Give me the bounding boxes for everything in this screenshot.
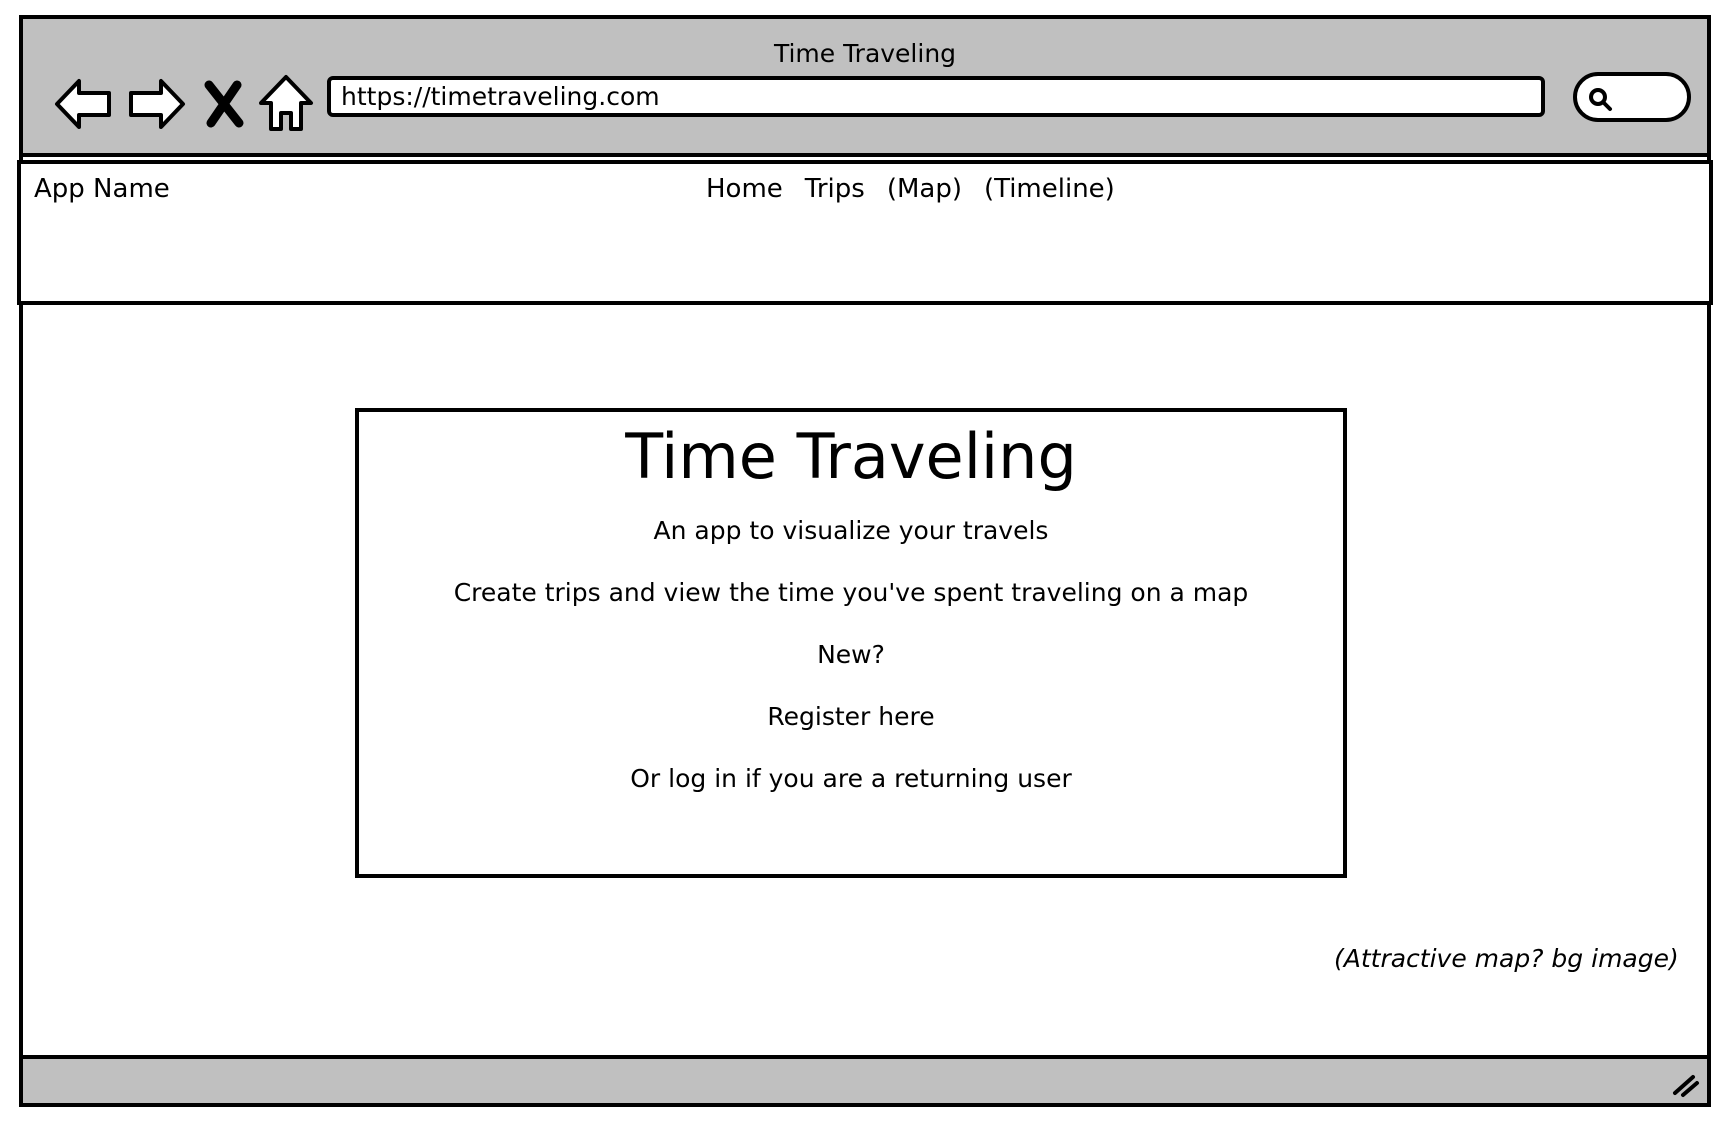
register-link[interactable]: Register here bbox=[359, 702, 1343, 732]
main-nav: Home Trips (Map) (Timeline) bbox=[706, 174, 1115, 204]
nav-timeline[interactable]: (Timeline) bbox=[984, 174, 1115, 204]
window-title: Time Traveling bbox=[773, 39, 957, 68]
address-bar[interactable]: https://timetraveling.com bbox=[327, 76, 1545, 117]
browser-toolbar: Time Traveling https://timetraveling.com bbox=[19, 15, 1711, 157]
background-note: (Attractive map? bg image) bbox=[1334, 944, 1679, 973]
search-icon bbox=[1589, 88, 1612, 111]
nav-map[interactable]: (Map) bbox=[887, 174, 962, 204]
forward-button[interactable] bbox=[123, 71, 189, 137]
hero-description: Create trips and view the time you've sp… bbox=[453, 578, 1249, 607]
hero-tagline: An app to visualize your travels bbox=[653, 516, 1049, 545]
hero-title: Time Traveling bbox=[625, 420, 1077, 493]
home-button[interactable] bbox=[253, 71, 319, 137]
hero-panel: Time Traveling An app to visualize your … bbox=[355, 408, 1347, 878]
close-icon bbox=[204, 80, 244, 128]
forward-arrow-icon bbox=[129, 79, 185, 129]
resize-grip-icon[interactable] bbox=[1667, 1065, 1701, 1099]
nav-trips[interactable]: Trips bbox=[805, 174, 865, 204]
app-name[interactable]: App Name bbox=[34, 174, 170, 204]
new-user-prompt: New? bbox=[817, 640, 885, 669]
login-link[interactable]: Or log in if you are a returning user bbox=[359, 764, 1343, 794]
home-icon bbox=[259, 75, 313, 131]
status-bar bbox=[19, 1055, 1711, 1107]
search-button[interactable] bbox=[1573, 72, 1691, 122]
back-button[interactable] bbox=[51, 71, 117, 137]
nav-home[interactable]: Home bbox=[706, 174, 783, 204]
back-arrow-icon bbox=[55, 79, 111, 129]
stop-button[interactable] bbox=[199, 71, 249, 137]
app-header: App Name Home Trips (Map) (Timeline) bbox=[17, 160, 1713, 305]
